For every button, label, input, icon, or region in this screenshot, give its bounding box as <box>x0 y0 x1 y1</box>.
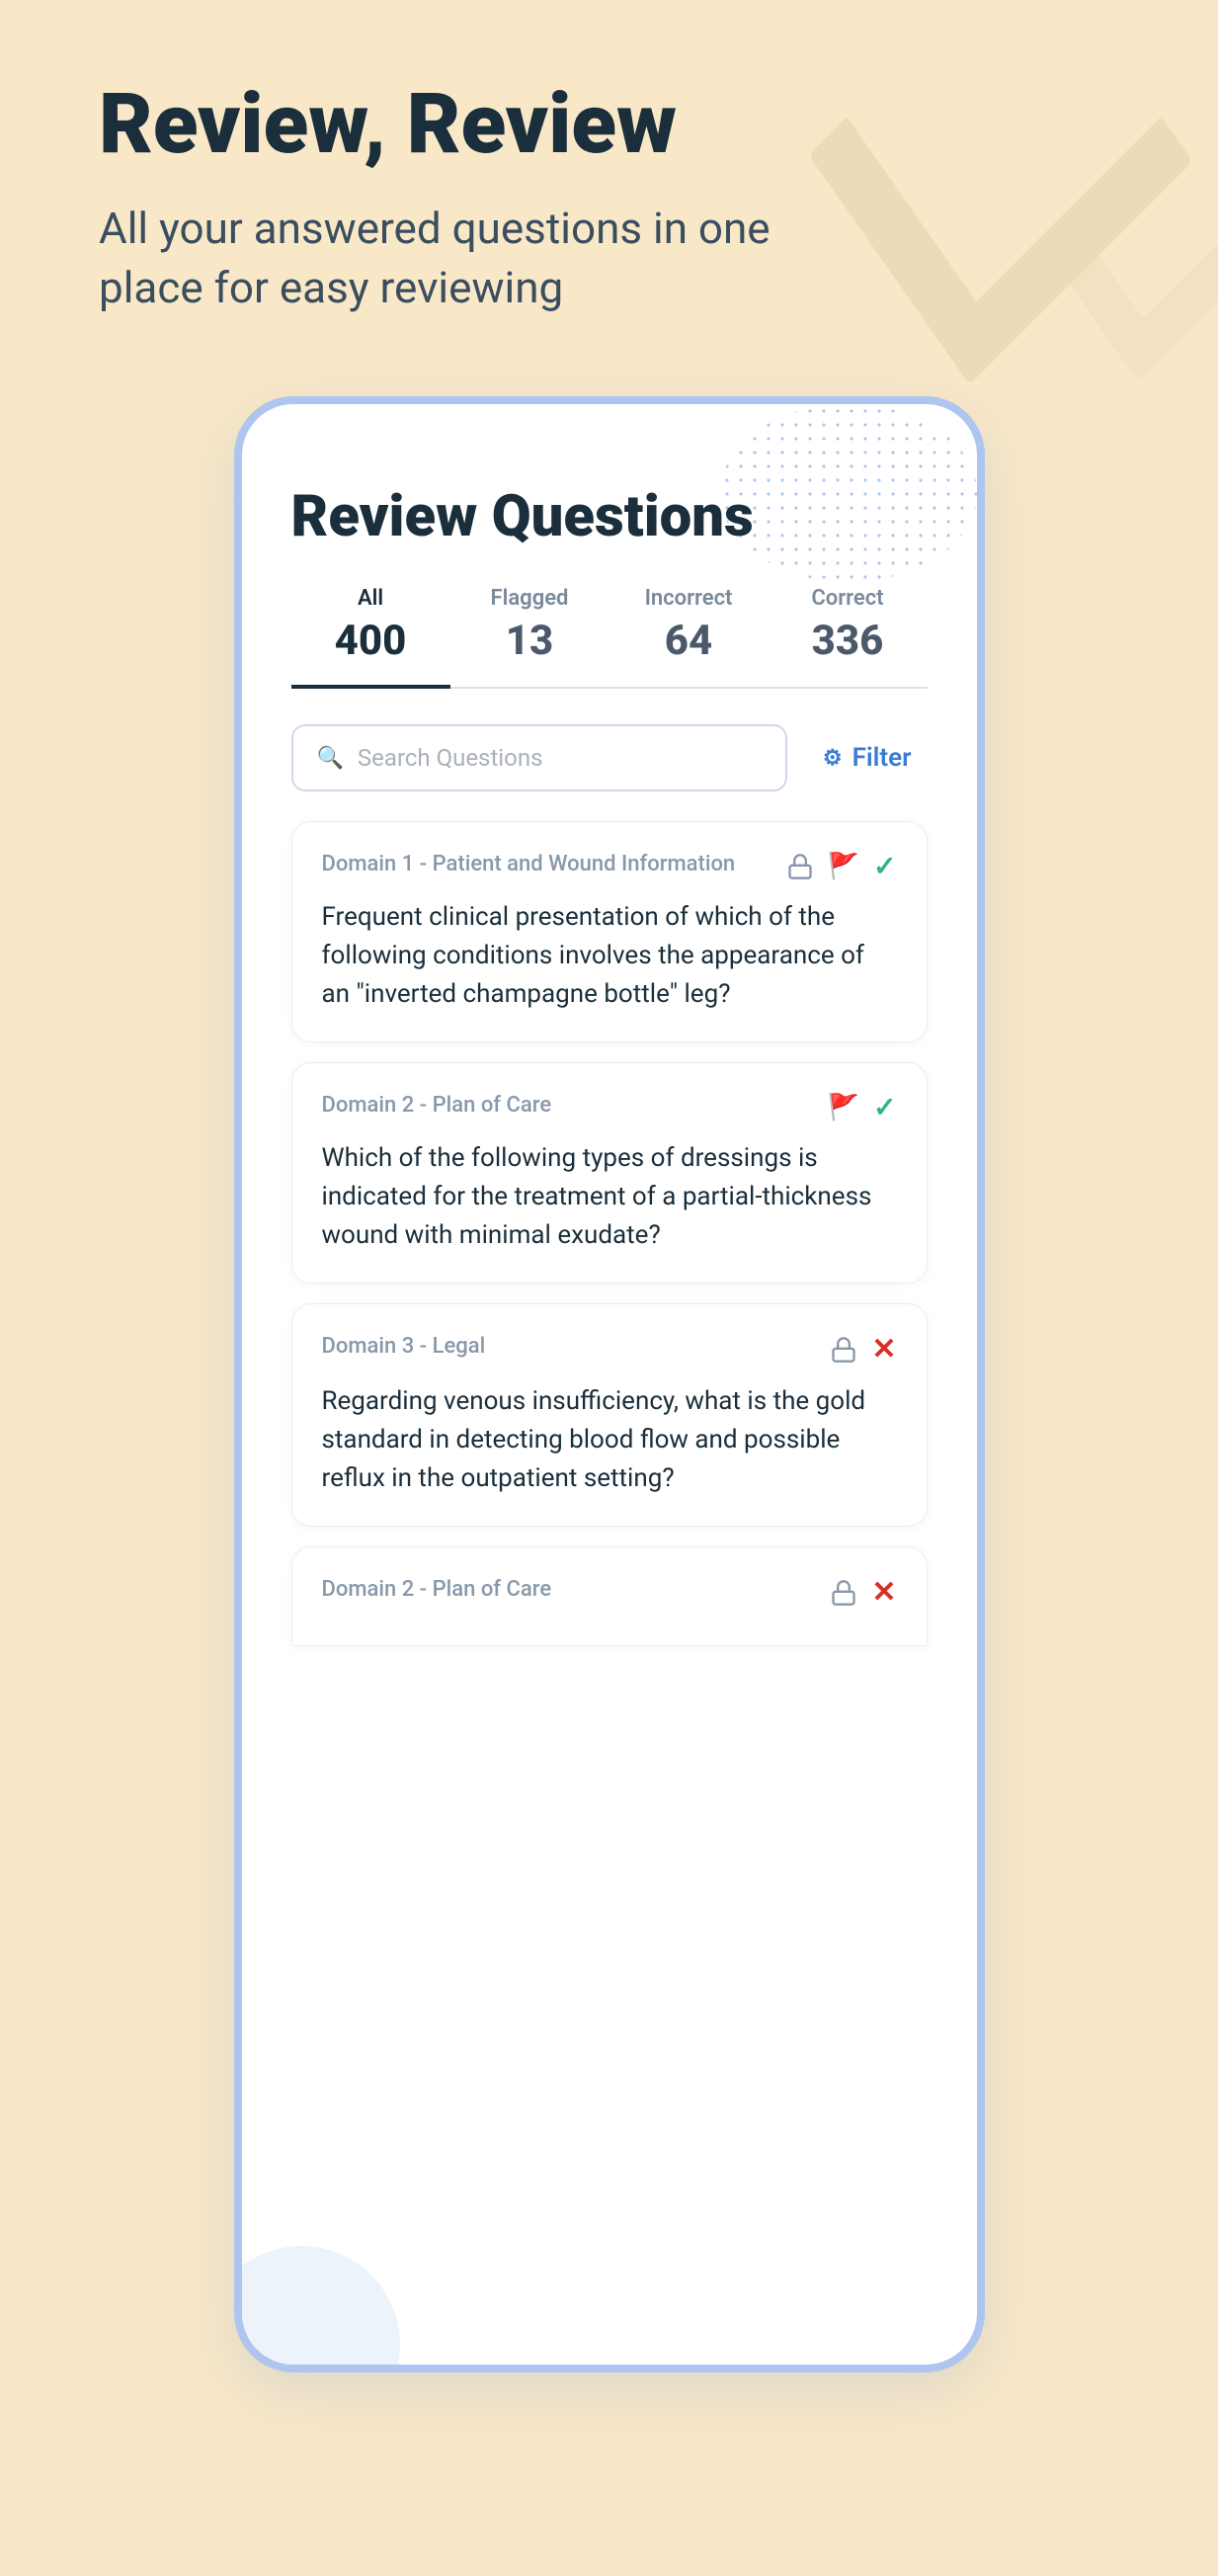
check-icon: ✓ <box>873 1091 896 1123</box>
question-text: Which of the following types of dressing… <box>322 1139 897 1255</box>
hero-title: Review, Review <box>99 79 1119 170</box>
tab-flagged-count: 13 <box>450 617 609 665</box>
card-domain: Domain 1 - Patient and Wound Information <box>322 850 771 880</box>
tab-correct-count: 336 <box>769 617 928 665</box>
search-filter-row: 🔍 Search Questions ⚙ Filter <box>291 724 928 791</box>
card-icons: ✕ <box>830 1575 896 1610</box>
card-domain: Domain 2 - Plan of Care <box>322 1091 812 1122</box>
tab-incorrect[interactable]: Incorrect 64 <box>609 586 769 687</box>
card-icons: 🚩 ✓ <box>786 850 897 882</box>
search-placeholder: Search Questions <box>358 744 543 772</box>
tab-flagged-label: Flagged <box>450 586 609 611</box>
question-text: Frequent clinical presentation of which … <box>322 898 897 1014</box>
filter-icon: ⚙ <box>823 746 843 771</box>
tab-all-label: All <box>291 586 450 611</box>
check-icon: ✓ <box>873 850 896 882</box>
card-domain: Domain 2 - Plan of Care <box>322 1575 815 1606</box>
search-icon: 🔍 <box>317 746 344 771</box>
card-icons: ✕ <box>830 1332 896 1367</box>
x-icon: ✕ <box>871 1332 896 1367</box>
tab-flagged[interactable]: Flagged 13 <box>450 586 609 687</box>
tab-all-count: 400 <box>291 617 450 665</box>
filter-button[interactable]: ⚙ Filter <box>807 729 928 787</box>
card-icons: 🚩 ✓ <box>828 1091 897 1123</box>
card-domain: Domain 3 - Legal <box>322 1332 815 1363</box>
card-header: Domain 2 - Plan of Care ✕ <box>322 1575 897 1610</box>
tab-all[interactable]: All 400 <box>291 586 450 689</box>
phone-inner: Review Questions All 400 Flagged 13 Inco… <box>242 404 977 1696</box>
filter-label: Filter <box>853 743 912 773</box>
question-card[interactable]: Domain 3 - Legal ✕ Regarding venous insu… <box>291 1303 928 1527</box>
tab-incorrect-label: Incorrect <box>609 586 769 611</box>
card-header: Domain 2 - Plan of Care 🚩 ✓ <box>322 1091 897 1123</box>
tabs-row: All 400 Flagged 13 Incorrect 64 Correct … <box>291 586 928 689</box>
lock-icon <box>786 853 814 880</box>
lock-icon <box>830 1579 857 1607</box>
search-bar[interactable]: 🔍 Search Questions <box>291 724 787 791</box>
lock-icon <box>830 1336 857 1364</box>
question-text: Regarding venous insufficiency, what is … <box>322 1382 897 1498</box>
card-header: Domain 3 - Legal ✕ <box>322 1332 897 1367</box>
x-icon: ✕ <box>871 1575 896 1610</box>
question-card[interactable]: Domain 2 - Plan of Care 🚩 ✓ Which of the… <box>291 1062 928 1284</box>
tab-incorrect-count: 64 <box>609 617 769 665</box>
phone-mockup: Review Questions All 400 Flagged 13 Inco… <box>234 396 985 2372</box>
review-questions-title: Review Questions <box>291 483 928 550</box>
hero-subtitle: All your answered questions in one place… <box>99 200 790 317</box>
phone-container: Review Questions All 400 Flagged 13 Inco… <box>0 396 1218 2372</box>
question-card[interactable]: Domain 1 - Patient and Wound Information… <box>291 821 928 1042</box>
tab-correct[interactable]: Correct 336 <box>769 586 928 687</box>
hero-section: Review, Review All your answered questio… <box>0 0 1218 376</box>
phone-decoration-circle <box>234 2246 400 2372</box>
card-header: Domain 1 - Patient and Wound Information… <box>322 850 897 882</box>
flag-icon: 🚩 <box>828 852 859 881</box>
question-card-partial[interactable]: Domain 2 - Plan of Care ✕ <box>291 1546 928 1646</box>
tab-correct-label: Correct <box>769 586 928 611</box>
flag-icon: 🚩 <box>828 1093 859 1122</box>
